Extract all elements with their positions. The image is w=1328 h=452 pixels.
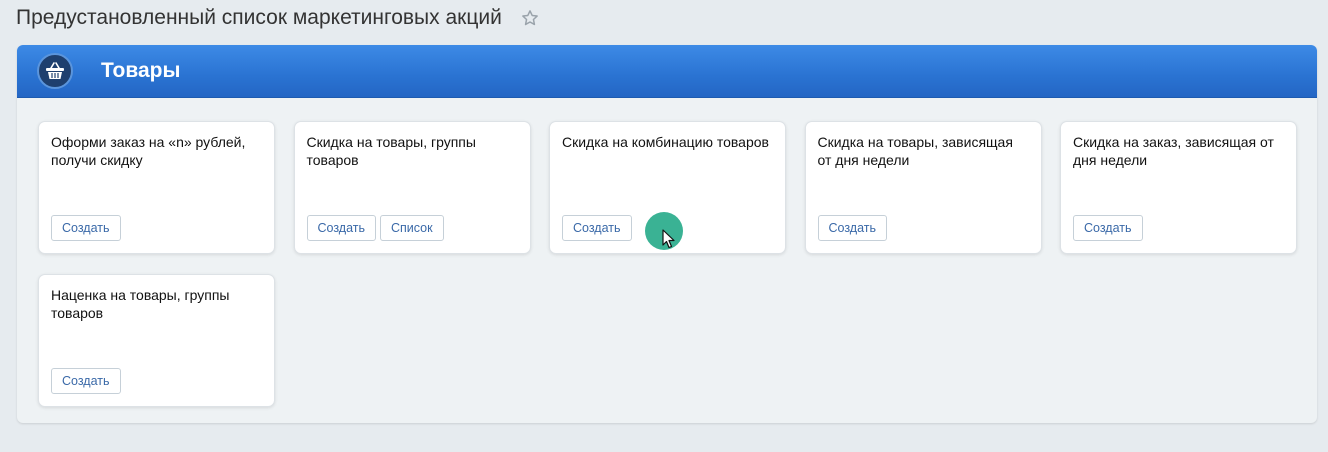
card-title: Скидка на товары, зависящая от дня недел… [817, 134, 1013, 168]
card-title: Наценка на товары, группы товаров [51, 287, 230, 321]
page-header: Предустановленный список маркетинговых а… [16, 4, 540, 32]
page-title: Предустановленный список маркетинговых а… [16, 6, 502, 29]
panel-title: Товары [101, 59, 181, 82]
list-button[interactable]: Список [380, 215, 444, 241]
promo-card: Наценка на товары, группы товаров Создат… [38, 274, 275, 407]
star-outline-icon[interactable] [520, 8, 540, 28]
card-title: Скидка на комбинацию товаров [562, 134, 769, 150]
promo-card: Оформи заказ на «n» рублей, получи скидк… [38, 121, 275, 254]
create-button[interactable]: Создать [1073, 215, 1143, 241]
create-button[interactable]: Создать [306, 215, 377, 241]
promo-card: Скидка на товары, зависящая от дня недел… [804, 121, 1042, 254]
promo-card: Скидка на заказ, зависящая от дня недели… [1060, 121, 1297, 254]
create-button[interactable]: Создать [817, 215, 888, 241]
create-button[interactable]: Создать [51, 368, 121, 394]
card-title: Скидка на заказ, зависящая от дня недели [1073, 134, 1274, 168]
create-button[interactable]: Создать [562, 215, 632, 241]
mouse-pointer-icon [662, 229, 675, 249]
basket-icon [37, 53, 73, 89]
card-title: Оформи заказ на «n» рублей, получи скидк… [51, 134, 246, 168]
card-title: Скидка на товары, группы товаров [306, 134, 476, 168]
create-button[interactable]: Создать [51, 215, 121, 241]
promo-card: Скидка на товары, группы товаров Создать… [293, 121, 531, 254]
promo-cards-grid: Оформи заказ на «n» рублей, получи скидк… [38, 121, 1298, 407]
panel-header: Товары [17, 45, 1317, 98]
click-indicator [645, 212, 683, 250]
